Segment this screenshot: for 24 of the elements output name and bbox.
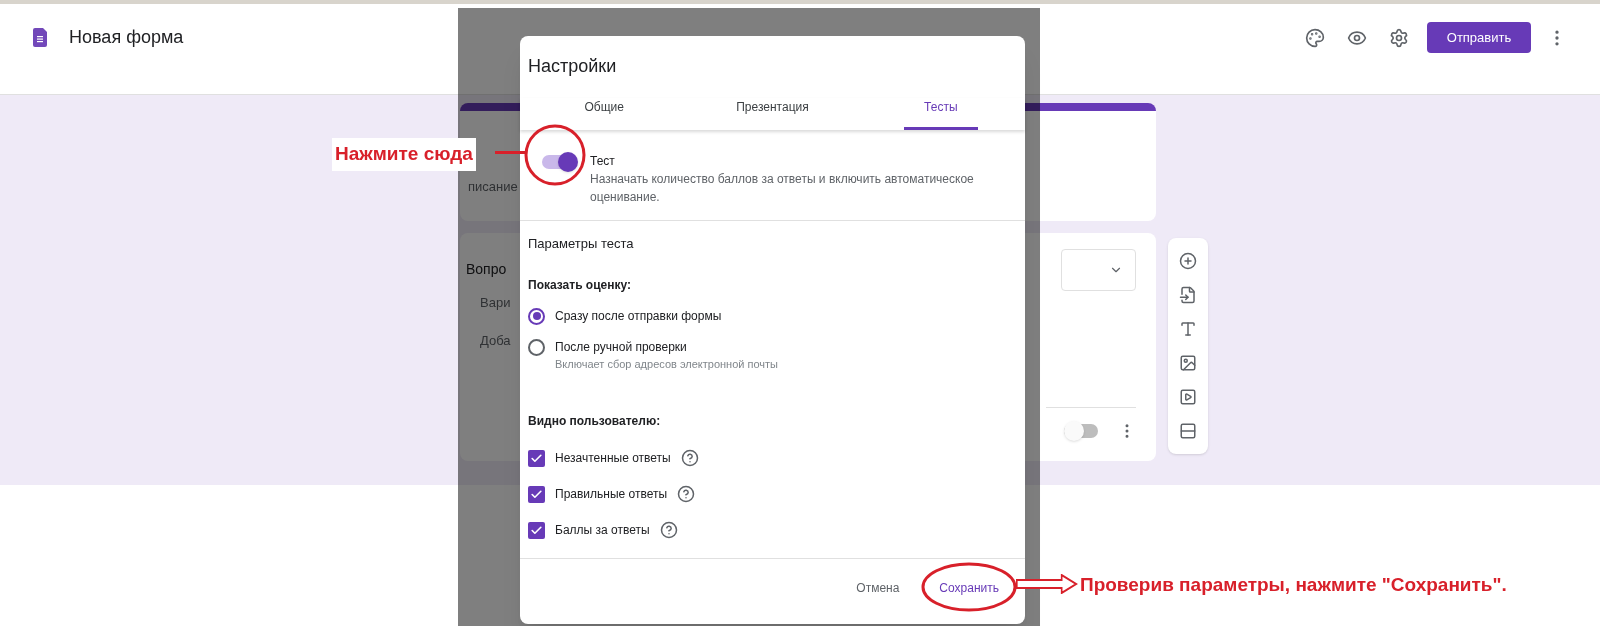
section-title: Параметры теста: [528, 235, 634, 253]
checkbox-label: Незачтенные ответы: [555, 450, 671, 467]
send-button[interactable]: Отправить: [1427, 22, 1531, 53]
visibility-label: Видно пользователю:: [528, 413, 661, 430]
annotation-text: Нажмите сюда: [332, 138, 476, 171]
settings-tab[interactable]: Общие: [564, 98, 644, 130]
quiz-toggle-label: Тест: [590, 153, 616, 170]
option-text: Доба: [480, 331, 511, 350]
dialog-title: Настройки: [528, 55, 617, 78]
radio-label: После ручной проверки: [555, 338, 688, 356]
form-title: Новая форма: [69, 26, 184, 49]
radio-label: Сразу после отправки формы: [555, 307, 722, 325]
question-title: Вопро: [466, 260, 507, 279]
settings-tab[interactable]: Тесты: [904, 98, 978, 130]
checkbox-label: Правильные ответы: [555, 486, 668, 503]
checkbox-label: Баллы за ответы: [555, 522, 650, 539]
release-label: Показать оценку:: [528, 276, 631, 294]
cancel-button[interactable]: Отмена: [852, 572, 904, 603]
form-description: писание: [468, 178, 518, 196]
settings-tab[interactable]: Презентация: [716, 98, 829, 130]
option-text: Вари: [480, 294, 511, 312]
quiz-toggle-description: Назначать количество баллов за ответы и включить автоматическое оценивание.: [590, 171, 975, 206]
radio-hint: Включает сбор адресов электронной почты: [555, 356, 778, 372]
annotation-text: Проверив параметры, нажмите "Сохранить".: [1080, 573, 1507, 597]
